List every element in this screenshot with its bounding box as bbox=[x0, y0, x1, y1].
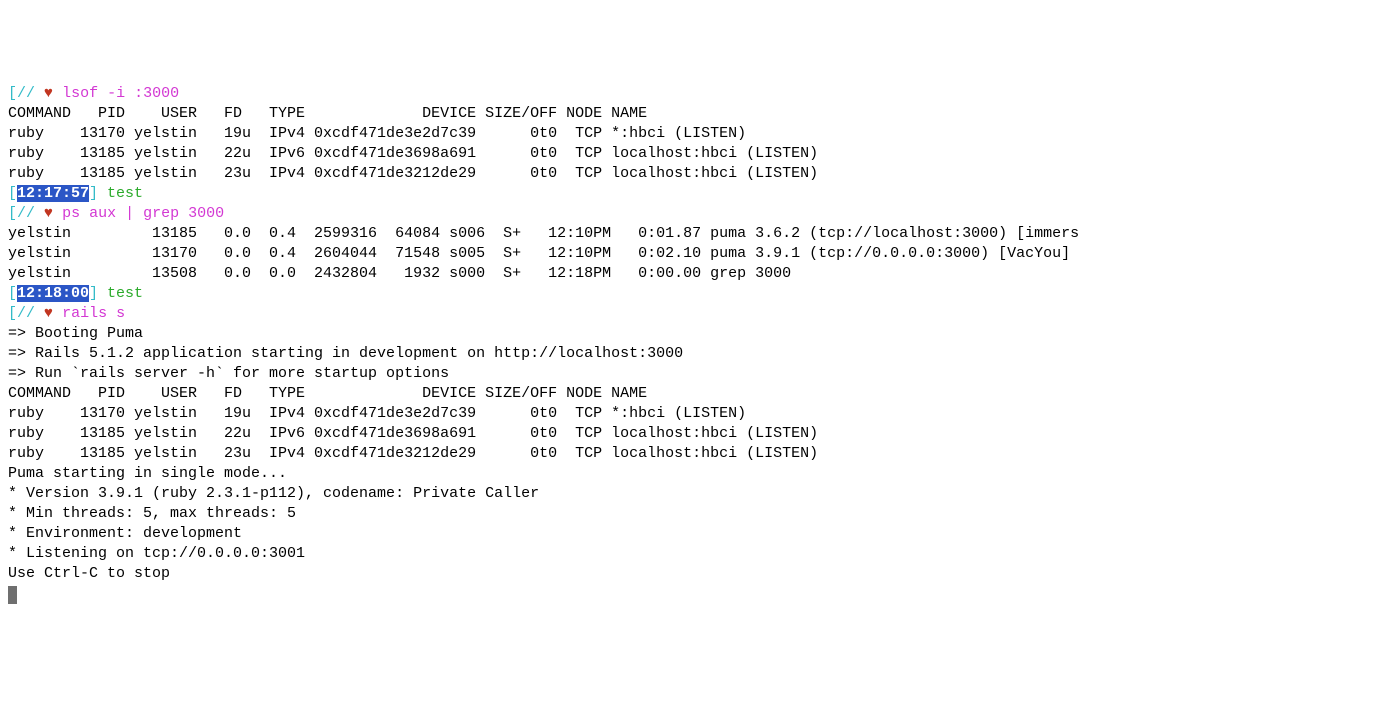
puma-line: Use Ctrl-C to stop bbox=[8, 564, 1392, 584]
lsof-header-2: COMMAND PID USER FD TYPE DEVICE SIZE/OFF… bbox=[8, 384, 1392, 404]
boot-line: => Rails 5.1.2 application starting in d… bbox=[8, 344, 1392, 364]
prompt-cmd-ps: [// ♥ ps aux | grep 3000 bbox=[8, 204, 1392, 224]
lsof-row-2: ruby 13170 yelstin 19u IPv4 0xcdf471de3e… bbox=[8, 404, 1392, 424]
prompt-cmd-rails: [// ♥ rails s bbox=[8, 304, 1392, 324]
ps-row: yelstin 13185 0.0 0.4 2599316 64084 s006… bbox=[8, 224, 1392, 244]
terminal-output[interactable]: [// ♥ lsof -i :3000COMMAND PID USER FD T… bbox=[8, 84, 1392, 604]
boot-line: => Run `rails server -h` for more startu… bbox=[8, 364, 1392, 384]
puma-line: * Listening on tcp://0.0.0.0:3001 bbox=[8, 544, 1392, 564]
lsof-row: ruby 13185 yelstin 22u IPv6 0xcdf471de36… bbox=[8, 144, 1392, 164]
puma-line: * Version 3.9.1 (ruby 2.3.1-p112), coden… bbox=[8, 484, 1392, 504]
puma-line: * Min threads: 5, max threads: 5 bbox=[8, 504, 1392, 524]
ps-row: yelstin 13170 0.0 0.4 2604044 71548 s005… bbox=[8, 244, 1392, 264]
prompt-cmd-lsof: [// ♥ lsof -i :3000 bbox=[8, 84, 1392, 104]
cursor-line[interactable] bbox=[8, 584, 1392, 604]
cursor bbox=[8, 586, 17, 604]
lsof-row-2: ruby 13185 yelstin 22u IPv6 0xcdf471de36… bbox=[8, 424, 1392, 444]
prompt-time-2: [12:18:00] test bbox=[8, 284, 1392, 304]
puma-line: Puma starting in single mode... bbox=[8, 464, 1392, 484]
lsof-row: ruby 13170 yelstin 19u IPv4 0xcdf471de3e… bbox=[8, 124, 1392, 144]
prompt-time-1: [12:17:57] test bbox=[8, 184, 1392, 204]
puma-line: * Environment: development bbox=[8, 524, 1392, 544]
boot-line: => Booting Puma bbox=[8, 324, 1392, 344]
ps-row: yelstin 13508 0.0 0.0 2432804 1932 s000 … bbox=[8, 264, 1392, 284]
lsof-row-2: ruby 13185 yelstin 23u IPv4 0xcdf471de32… bbox=[8, 444, 1392, 464]
lsof-header: COMMAND PID USER FD TYPE DEVICE SIZE/OFF… bbox=[8, 104, 1392, 124]
lsof-row: ruby 13185 yelstin 23u IPv4 0xcdf471de32… bbox=[8, 164, 1392, 184]
